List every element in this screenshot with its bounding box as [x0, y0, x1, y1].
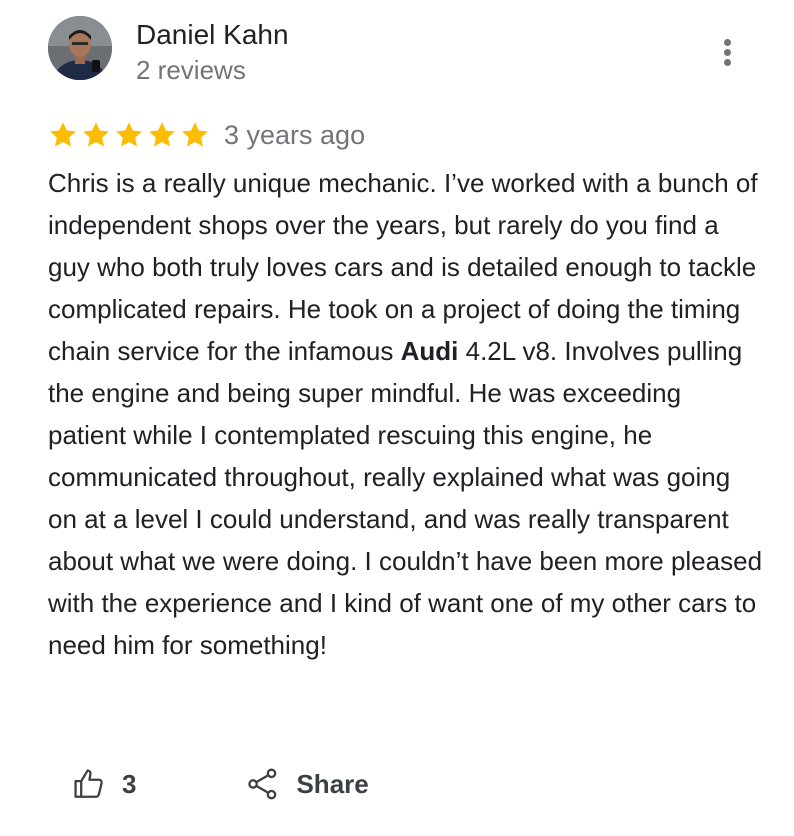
star-icon [149, 122, 175, 147]
star-rating [48, 120, 210, 150]
review-text-part: 4.2L v8. Involves pulling the engine and… [48, 336, 763, 660]
like-count: 3 [122, 769, 137, 799]
review-date: 3 years ago [224, 120, 366, 150]
rating-row: 3 years ago [48, 116, 365, 154]
author-review-count[interactable]: 2 reviews [136, 52, 246, 88]
review-actions: 3 Share [72, 762, 369, 806]
share-icon [246, 767, 280, 801]
share-button[interactable]: Share [246, 762, 369, 806]
more-options-button[interactable] [708, 32, 748, 72]
star-icon [116, 122, 142, 147]
share-label: Share [296, 769, 369, 799]
author-name[interactable]: Daniel Kahn [136, 16, 289, 54]
more-vert-icon-dot [724, 49, 731, 56]
review-card: Daniel Kahn 2 reviews 3 years ago Chris … [0, 0, 794, 836]
like-button[interactable]: 3 [72, 762, 136, 806]
avatar-photo [48, 16, 112, 80]
review-text-bold: Audi [400, 336, 459, 366]
star-icon [50, 122, 76, 147]
thumb-up-icon [72, 767, 106, 801]
avatar[interactable] [48, 16, 112, 80]
star-icon [182, 122, 208, 147]
star-icon [83, 122, 109, 147]
review-text: Chris is a really unique mechanic. I’ve … [48, 162, 764, 666]
more-vert-icon [724, 39, 731, 46]
more-vert-icon-dot [724, 59, 731, 66]
